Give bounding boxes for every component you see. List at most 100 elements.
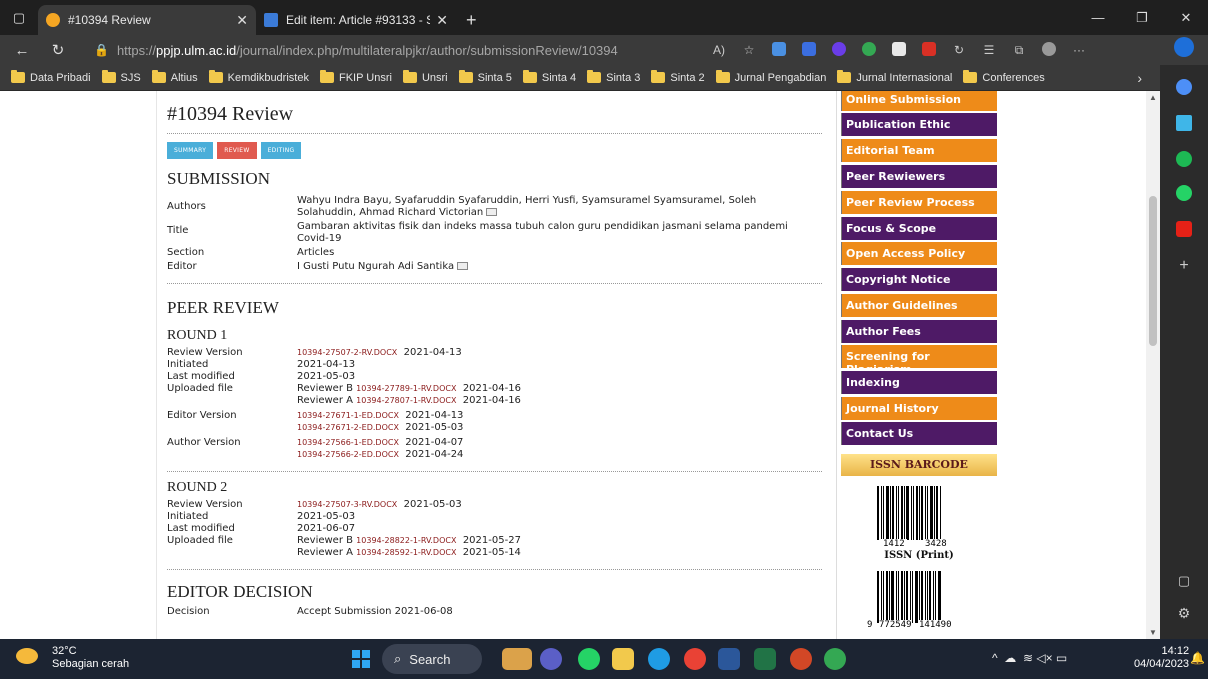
- notification-icon[interactable]: 🔔: [1190, 651, 1205, 665]
- close-icon[interactable]: ✕: [236, 12, 248, 29]
- lock-icon[interactable]: 🔒: [94, 43, 109, 57]
- bookmark-folder[interactable]: Sinta 2: [651, 70, 705, 84]
- nav-indexing[interactable]: Indexing: [841, 371, 997, 394]
- excel-icon[interactable]: [754, 648, 776, 670]
- extension-icon[interactable]: [794, 41, 824, 59]
- telegram-icon[interactable]: [1176, 115, 1192, 131]
- youtube-icon[interactable]: [1176, 221, 1192, 237]
- file-explorer-icon[interactable]: [612, 648, 634, 670]
- file-link[interactable]: 10394-27507-3-RV.DOCX: [297, 500, 397, 509]
- tab-actions-icon[interactable]: ▢: [0, 0, 38, 35]
- file-link[interactable]: 10394-27807-1-RV.DOCX: [356, 396, 456, 405]
- settings-gear-icon[interactable]: ⚙: [1160, 605, 1208, 622]
- nav-journal-history[interactable]: Journal History: [841, 397, 997, 420]
- read-aloud-icon[interactable]: A): [704, 43, 734, 57]
- file-link[interactable]: 10394-28592-1-RV.DOCX: [356, 548, 456, 557]
- page-scrollbar[interactable]: ▲ ▼: [1146, 91, 1160, 639]
- file-link[interactable]: 10394-27789-1-RV.DOCX: [356, 384, 456, 393]
- widgets-icon[interactable]: [502, 648, 532, 670]
- extension-icon[interactable]: [914, 41, 944, 59]
- tab-review[interactable]: #10394 Review ✕: [38, 5, 256, 35]
- weather-widget[interactable]: 32°C Sebagian cerah: [52, 645, 129, 671]
- nav-copyright-notice[interactable]: Copyright Notice: [841, 268, 997, 291]
- email-icon[interactable]: [457, 262, 469, 270]
- nav-focus-scope[interactable]: Focus & Scope: [841, 217, 997, 240]
- refresh-icon[interactable]: ↻: [944, 43, 974, 57]
- bookmark-folder[interactable]: Kemdikbudristek: [208, 70, 309, 84]
- file-link[interactable]: 10394-27566-2-ED.DOCX: [297, 450, 399, 459]
- minimize-button[interactable]: —: [1076, 0, 1120, 35]
- scroll-up-icon[interactable]: ▲: [1149, 93, 1157, 102]
- tab-summary[interactable]: SUMMARY: [167, 142, 214, 159]
- restore-button[interactable]: ❐: [1120, 0, 1164, 35]
- collections-icon[interactable]: ⧉: [1004, 43, 1034, 58]
- tab-review[interactable]: REVIEW: [217, 142, 257, 159]
- scrollbar-thumb[interactable]: [1149, 196, 1157, 346]
- file-link[interactable]: 10394-27566-1-ED.DOCX: [297, 438, 399, 447]
- extension-icon[interactable]: [824, 41, 854, 59]
- add-icon[interactable]: +: [1160, 257, 1208, 275]
- nav-author-guidelines[interactable]: Author Guidelines: [841, 294, 997, 317]
- nav-screening-plagiarism[interactable]: Screening for Plagiarism: [841, 345, 997, 376]
- email-icon[interactable]: [486, 208, 498, 216]
- file-link[interactable]: 10394-28822-1-RV.DOCX: [356, 536, 456, 545]
- favorite-icon[interactable]: ☆: [734, 43, 764, 57]
- profile-avatar[interactable]: [1034, 41, 1064, 59]
- extension-icon[interactable]: [764, 41, 794, 59]
- last-modified-row: Last modified 2021-05-03: [167, 371, 356, 382]
- bookmark-folder[interactable]: Sinta 5: [458, 70, 512, 84]
- sidebar-panel-icon[interactable]: ▢: [1160, 573, 1208, 589]
- bookmark-folder[interactable]: Data Pribadi: [11, 70, 91, 84]
- extension-icon[interactable]: [854, 41, 884, 59]
- bookmark-folder[interactable]: Sinta 4: [522, 70, 576, 84]
- close-window-button[interactable]: ✕: [1164, 0, 1208, 35]
- back-button[interactable]: ←: [8, 42, 36, 59]
- taskbar-search[interactable]: ⌕ Search: [382, 644, 482, 674]
- chevron-right-icon[interactable]: ›: [1137, 70, 1142, 86]
- new-tab-button[interactable]: +: [456, 5, 487, 35]
- extension-icon[interactable]: [884, 41, 914, 59]
- close-icon[interactable]: ✕: [436, 12, 448, 29]
- edge-icon[interactable]: [648, 648, 670, 670]
- system-tray[interactable]: ^ ☁ ≋ ◁× ▭: [992, 651, 1067, 665]
- tab-edit-item[interactable]: Edit item: Article #93133 - Sriwija ✕: [256, 5, 456, 35]
- more-icon[interactable]: ···: [1064, 43, 1094, 57]
- nav-peer-review-process[interactable]: Peer Review Process: [841, 191, 997, 214]
- tab-editing[interactable]: EDITING: [260, 142, 302, 159]
- file-link[interactable]: 10394-27671-2-ED.DOCX: [297, 423, 399, 432]
- bookmark-folder[interactable]: Conferences: [963, 70, 1045, 84]
- nav-peer-reviewers[interactable]: Peer Rewiewers: [841, 165, 997, 188]
- powerpoint-icon[interactable]: [790, 648, 812, 670]
- bookmark-folder[interactable]: Jurnal Internasional: [837, 70, 952, 84]
- clock[interactable]: 14:12 04/04/2023: [1134, 645, 1189, 671]
- refresh-button[interactable]: ↻: [44, 41, 72, 59]
- favorites-icon[interactable]: ☰: [974, 43, 1004, 57]
- nav-author-fees[interactable]: Author Fees: [841, 320, 997, 343]
- file-link[interactable]: 10394-27507-2-RV.DOCX: [297, 348, 397, 357]
- whatsapp-icon[interactable]: [1176, 185, 1192, 201]
- bookmark-folder[interactable]: Sinta 3: [587, 70, 640, 84]
- chrome-profile-icon[interactable]: [824, 648, 846, 670]
- scroll-down-icon[interactable]: ▼: [1149, 628, 1157, 637]
- nav-online-submission[interactable]: Online Submission: [841, 91, 997, 111]
- copilot-icon[interactable]: [1176, 79, 1192, 95]
- bookmark-folder[interactable]: SJS: [101, 70, 141, 84]
- bookmark-folder[interactable]: Unsri: [402, 70, 448, 84]
- chrome-icon[interactable]: [684, 648, 706, 670]
- url-field[interactable]: 🔒 https://ppjp.ulm.ac.id/journal/index.p…: [84, 38, 704, 62]
- nav-contact-us[interactable]: Contact Us: [841, 422, 997, 445]
- nav-publication-ethic[interactable]: Publication Ethic: [841, 113, 997, 136]
- start-button[interactable]: [352, 650, 370, 668]
- spotify-icon[interactable]: [1176, 151, 1192, 167]
- weather-icon[interactable]: [16, 648, 38, 664]
- whatsapp-icon[interactable]: [578, 648, 600, 670]
- file-link[interactable]: 10394-27671-1-ED.DOCX: [297, 411, 399, 420]
- bookmark-folder[interactable]: FKIP Unsri: [319, 70, 392, 84]
- nav-open-access-policy[interactable]: Open Access Policy: [841, 242, 997, 265]
- bookmark-folder[interactable]: Jurnal Pengabdian: [715, 70, 826, 84]
- bookmark-folder[interactable]: Altius: [151, 70, 198, 84]
- bing-icon[interactable]: [1174, 37, 1194, 57]
- nav-editorial-team[interactable]: Editorial Team: [841, 139, 997, 162]
- word-icon[interactable]: [718, 648, 740, 670]
- meet-icon[interactable]: [540, 648, 562, 670]
